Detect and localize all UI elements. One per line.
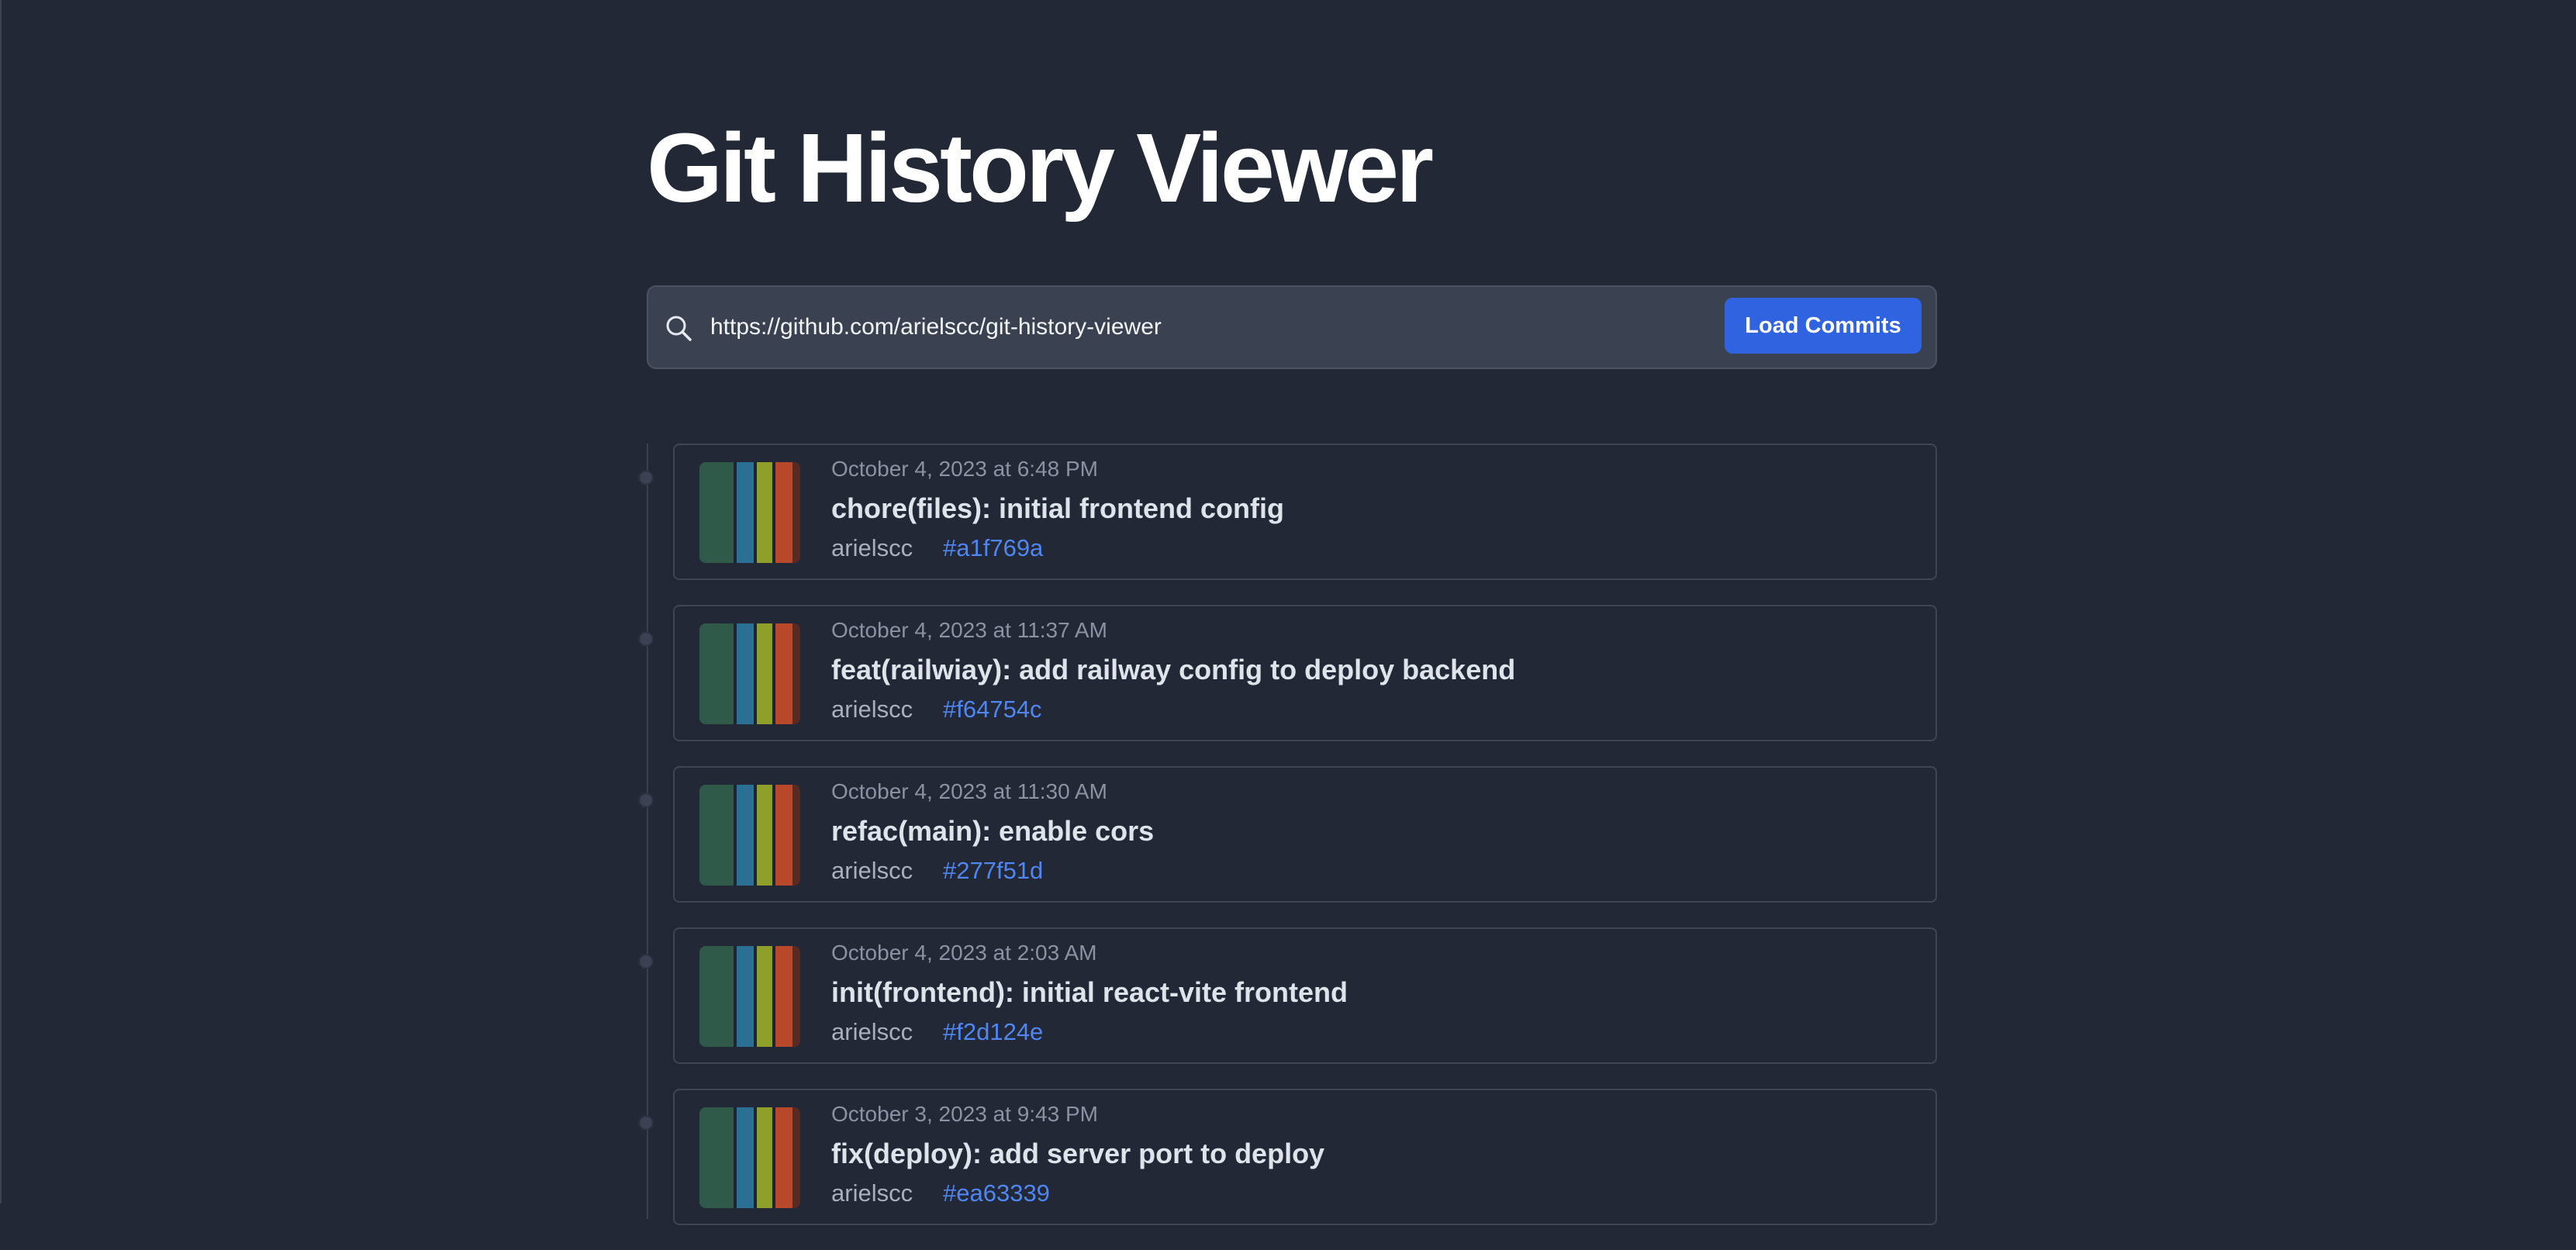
repo-search-bar: Load Commits: [647, 285, 1937, 369]
commit-date: October 4, 2023 at 2:03 AM: [831, 941, 1097, 965]
commit-author: arielscc: [831, 534, 913, 561]
commit-author: arielscc: [831, 696, 913, 723]
repo-url-input[interactable]: [710, 302, 1718, 352]
commit-card[interactable]: October 4, 2023 at 11:37 AM feat(railwia…: [673, 605, 1937, 741]
commit-hash-link[interactable]: #277f51d: [943, 856, 1043, 886]
commit-author: arielscc: [831, 1018, 913, 1045]
commit-row: October 4, 2023 at 11:37 AM feat(railwia…: [638, 605, 1937, 766]
commit-message: chore(files): initial frontend config: [831, 492, 1284, 524]
avatar: [699, 785, 800, 886]
commit-row: October 4, 2023 at 6:48 PM chore(files):…: [638, 444, 1937, 605]
commit-date: October 4, 2023 at 11:30 AM: [831, 779, 1107, 803]
commit-row: October 4, 2023 at 2:03 AM init(frontend…: [638, 927, 1937, 1089]
commit-message: init(frontend): initial react-vite front…: [831, 976, 1348, 1008]
commit-card[interactable]: October 4, 2023 at 6:48 PM chore(files):…: [673, 444, 1937, 580]
commit-row: October 3, 2023 at 9:43 PM fix(deploy): …: [638, 1089, 1937, 1250]
search-icon: [664, 313, 695, 344]
commit-card[interactable]: October 3, 2023 at 9:43 PM fix(deploy): …: [673, 1089, 1937, 1225]
commit-author: arielscc: [831, 857, 913, 884]
avatar: [699, 1107, 800, 1208]
commit-hash-link[interactable]: #f64754c: [943, 695, 1042, 724]
commit-hash-link[interactable]: #ea63339: [943, 1179, 1050, 1208]
page-title: Git History Viewer: [647, 113, 1434, 223]
timeline-dot: [638, 792, 654, 808]
commit-date: October 4, 2023 at 11:37 AM: [831, 618, 1107, 642]
commit-author: arielscc: [831, 1179, 913, 1207]
commit-card[interactable]: October 4, 2023 at 11:30 AM refac(main):…: [673, 766, 1937, 903]
avatar: [699, 623, 800, 724]
commit-date: October 4, 2023 at 6:48 PM: [831, 457, 1098, 481]
commit-row: October 4, 2023 at 11:30 AM refac(main):…: [638, 766, 1937, 927]
commit-message: fix(deploy): add server port to deploy: [831, 1138, 1325, 1169]
commit-hash-link[interactable]: #f2d124e: [943, 1017, 1043, 1047]
commit-message: feat(railwiay): add railway config to de…: [831, 654, 1516, 685]
commit-hash-link[interactable]: #a1f769a: [943, 533, 1043, 563]
timeline-dot: [638, 954, 654, 969]
avatar: [699, 946, 800, 1047]
commit-message: refac(main): enable cors: [831, 815, 1155, 847]
timeline-dot: [638, 470, 654, 485]
commit-date: October 3, 2023 at 9:43 PM: [831, 1102, 1098, 1126]
commit-card[interactable]: October 4, 2023 at 2:03 AM init(frontend…: [673, 927, 1937, 1064]
timeline-dot: [638, 1115, 654, 1131]
load-commits-button[interactable]: Load Commits: [1725, 298, 1922, 354]
avatar: [699, 462, 800, 563]
commit-list: October 4, 2023 at 6:48 PM chore(files):…: [638, 444, 1937, 1250]
window-left-edge: [0, 0, 2, 1203]
timeline-dot: [638, 631, 654, 647]
